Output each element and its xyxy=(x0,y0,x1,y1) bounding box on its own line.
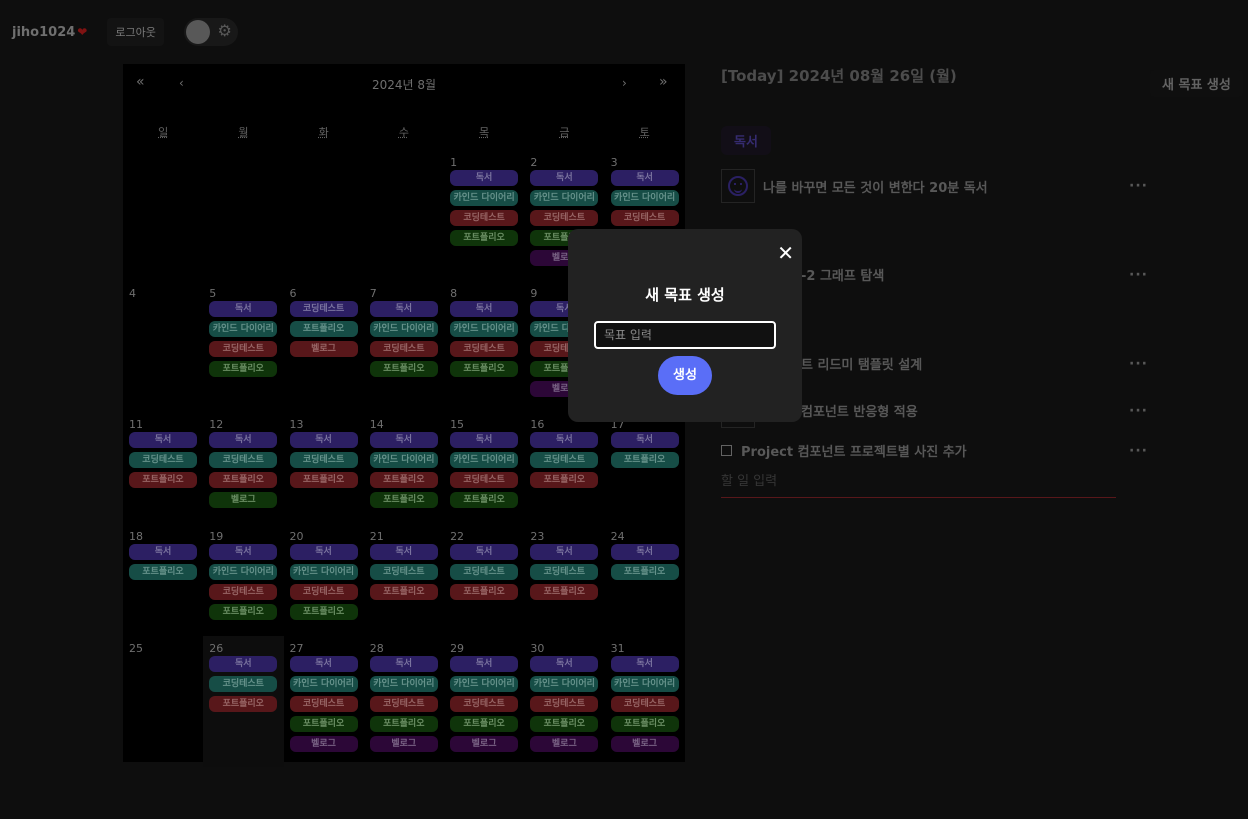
create-button[interactable]: 생성 xyxy=(658,356,712,395)
new-goal-modal: ✕ 새 목표 생성 생성 xyxy=(568,229,802,422)
close-icon[interactable]: ✕ xyxy=(777,243,794,263)
goal-input[interactable] xyxy=(594,321,776,349)
modal-title: 새 목표 생성 xyxy=(645,286,725,304)
